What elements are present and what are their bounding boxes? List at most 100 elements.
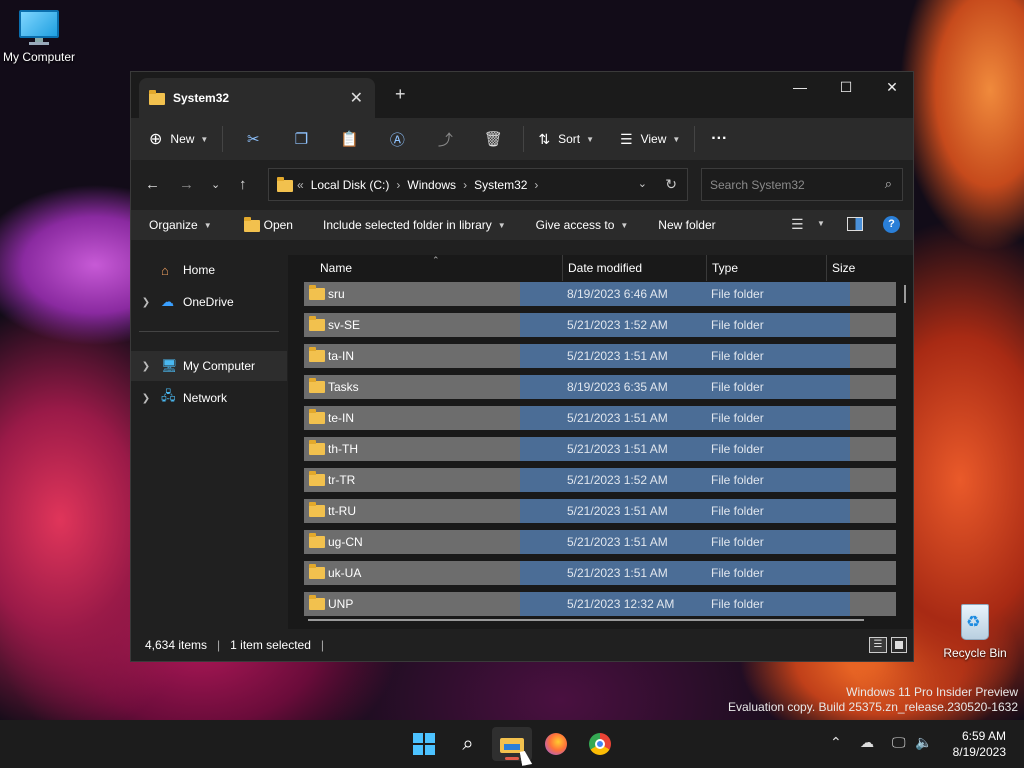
organize-menu[interactable]: Organize ▼ [149, 218, 212, 232]
onedrive-offline-icon[interactable]: ☁ [860, 734, 874, 751]
help-icon[interactable]: ? [883, 216, 900, 233]
clock[interactable]: 6:59 AM 8/19/2023 [953, 728, 1006, 760]
new-folder-button[interactable]: New folder [658, 218, 715, 232]
organize-label: Organize [149, 218, 198, 232]
chrome-button[interactable] [580, 727, 620, 761]
new-tab-button[interactable]: + [395, 84, 406, 105]
taskbar: ⌕ ⌃ ☁ 🖵 🔈 6:59 AM 8/19/2023 [0, 720, 1024, 768]
vertical-scrollbar[interactable] [904, 285, 906, 303]
close-window-button[interactable]: ✕ [869, 72, 913, 102]
folder-icon [149, 90, 165, 105]
nav-item-my-computer[interactable]: ❯ 🖥 My Computer [131, 351, 287, 381]
chevron-right-icon[interactable]: › [463, 178, 467, 192]
file-date: 5/21/2023 1:51 AM [567, 349, 668, 363]
share-icon[interactable]: ⤴ [421, 124, 469, 154]
include-in-library-menu[interactable]: Include selected folder in library ▼ [323, 218, 506, 232]
give-access-menu[interactable]: Give access to ▼ [536, 218, 629, 232]
table-row[interactable]: sru 8/19/2023 6:46 AM File folder [304, 282, 896, 306]
file-name: th-TH [328, 442, 358, 456]
chevron-right-icon[interactable]: › [534, 178, 538, 192]
file-date: 5/21/2023 1:51 AM [567, 504, 668, 518]
table-row[interactable]: ta-IN 5/21/2023 1:51 AM File folder [304, 344, 896, 368]
view-button[interactable]: ☰ View ▼ [620, 124, 680, 154]
file-type: File folder [711, 473, 764, 487]
column-header-type[interactable]: Type [712, 261, 738, 275]
folder-icon [309, 378, 325, 393]
column-headers: Name ⌃ Date modified Type Size [288, 255, 913, 281]
search-button[interactable]: ⌕ [448, 727, 488, 761]
nav-item-home[interactable]: ⌂ Home [131, 255, 287, 285]
sort-icon: ⇅ [538, 130, 551, 147]
table-row[interactable]: ug-CN 5/21/2023 1:51 AM File folder [304, 530, 896, 554]
desktop-icon-my-computer[interactable]: My Computer [0, 10, 81, 64]
table-row[interactable]: Tasks 8/19/2023 6:35 AM File folder [304, 375, 896, 399]
file-type: File folder [711, 349, 764, 363]
address-bar[interactable]: « Local Disk (C:) › Windows › System32 ›… [268, 168, 688, 201]
table-row[interactable]: th-TH 5/21/2023 1:51 AM File folder [304, 437, 896, 461]
forward-button[interactable]: → [179, 176, 194, 193]
delete-icon[interactable]: 🗑 [469, 124, 517, 154]
table-row[interactable]: tt-RU 5/21/2023 1:51 AM File folder [304, 499, 896, 523]
refresh-icon[interactable]: ↻ [665, 176, 677, 193]
chevron-right-icon[interactable]: › [396, 178, 400, 192]
rename-icon[interactable]: Ⓐ [373, 124, 421, 154]
volume-icon[interactable]: 🔈 [915, 734, 932, 751]
minimize-button[interactable]: — [777, 72, 823, 102]
recent-locations-button[interactable]: ⌄ [211, 178, 220, 191]
close-tab-icon[interactable]: ✕ [350, 88, 363, 108]
chevron-up-icon[interactable]: ⌃ [830, 734, 842, 751]
file-name: Tasks [328, 380, 359, 394]
back-button[interactable]: ← [145, 176, 160, 193]
cloud-icon: ☁ [161, 294, 174, 309]
file-date: 5/21/2023 1:51 AM [567, 442, 668, 456]
file-type: File folder [711, 504, 764, 518]
open-button[interactable]: Open [242, 217, 293, 232]
desktop-icon-recycle-bin[interactable]: ♻ Recycle Bin [933, 598, 1017, 660]
more-options-button[interactable]: ··· [711, 124, 727, 154]
table-row[interactable]: te-IN 5/21/2023 1:51 AM File folder [304, 406, 896, 430]
up-button[interactable]: ↑ [239, 176, 247, 193]
breadcrumb-windows[interactable]: Windows [407, 178, 456, 192]
breadcrumb-system32[interactable]: System32 [474, 178, 527, 192]
table-row[interactable]: UNP 5/21/2023 12:32 AM File folder [304, 592, 896, 616]
file-date: 8/19/2023 6:46 AM [567, 287, 668, 301]
table-row[interactable]: sv-SE 5/21/2023 1:52 AM File folder [304, 313, 896, 337]
address-dropdown-icon[interactable]: ⌄ [638, 177, 647, 190]
sort-button[interactable]: ⇅ Sort ▼ [538, 124, 594, 154]
chevron-right-icon[interactable]: ❯ [131, 297, 161, 308]
change-view-icon[interactable]: ☰ [791, 216, 804, 233]
breadcrumb-local-disk[interactable]: Local Disk (C:) [311, 178, 390, 192]
active-indicator [505, 757, 519, 760]
chevron-down-icon[interactable]: ▼ [817, 219, 825, 228]
breadcrumb-overflow[interactable]: « [297, 178, 304, 192]
folder-icon [309, 347, 325, 362]
folder-icon [309, 409, 325, 424]
start-button[interactable] [404, 727, 444, 761]
paste-icon[interactable]: 📋 [325, 124, 373, 154]
nav-item-network[interactable]: ❯ 🖧 Network [131, 383, 287, 413]
chevron-right-icon[interactable]: ❯ [131, 361, 161, 372]
cut-icon[interactable]: ✂ [229, 124, 277, 154]
details-view-icon[interactable]: ☰ [869, 637, 887, 653]
navigation-pane: ⌂ Home ❯ ☁ OneDrive ❯ 🖥 My Computer ❯ 🖧 … [131, 255, 287, 631]
preview-pane-icon[interactable] [847, 217, 863, 231]
nav-item-onedrive[interactable]: ❯ ☁ OneDrive [131, 287, 287, 317]
network-icon[interactable]: 🖵 [892, 734, 906, 751]
column-header-date[interactable]: Date modified [568, 261, 642, 275]
firefox-button[interactable] [536, 727, 576, 761]
large-icons-view-icon[interactable] [891, 637, 907, 653]
chevron-right-icon[interactable]: ❯ [131, 393, 161, 404]
tab-system32[interactable]: System32 ✕ [139, 78, 375, 118]
copy-icon[interactable]: ❐ [277, 124, 325, 154]
table-row[interactable]: uk-UA 5/21/2023 1:51 AM File folder [304, 561, 896, 585]
horizontal-scrollbar[interactable] [308, 619, 864, 621]
file-name: sv-SE [328, 318, 361, 332]
table-row[interactable]: tr-TR 5/21/2023 1:52 AM File folder [304, 468, 896, 492]
column-header-name[interactable]: Name [320, 261, 352, 275]
maximize-button[interactable]: ☐ [823, 72, 869, 102]
column-header-size[interactable]: Size [832, 261, 855, 275]
status-bar: 4,634 items | 1 item selected | ☰ [131, 629, 913, 661]
new-button[interactable]: ⊕ New ▼ [149, 124, 208, 154]
search-input[interactable]: Search System32 ⌕ [701, 168, 903, 201]
nav-item-label: OneDrive [183, 295, 234, 309]
